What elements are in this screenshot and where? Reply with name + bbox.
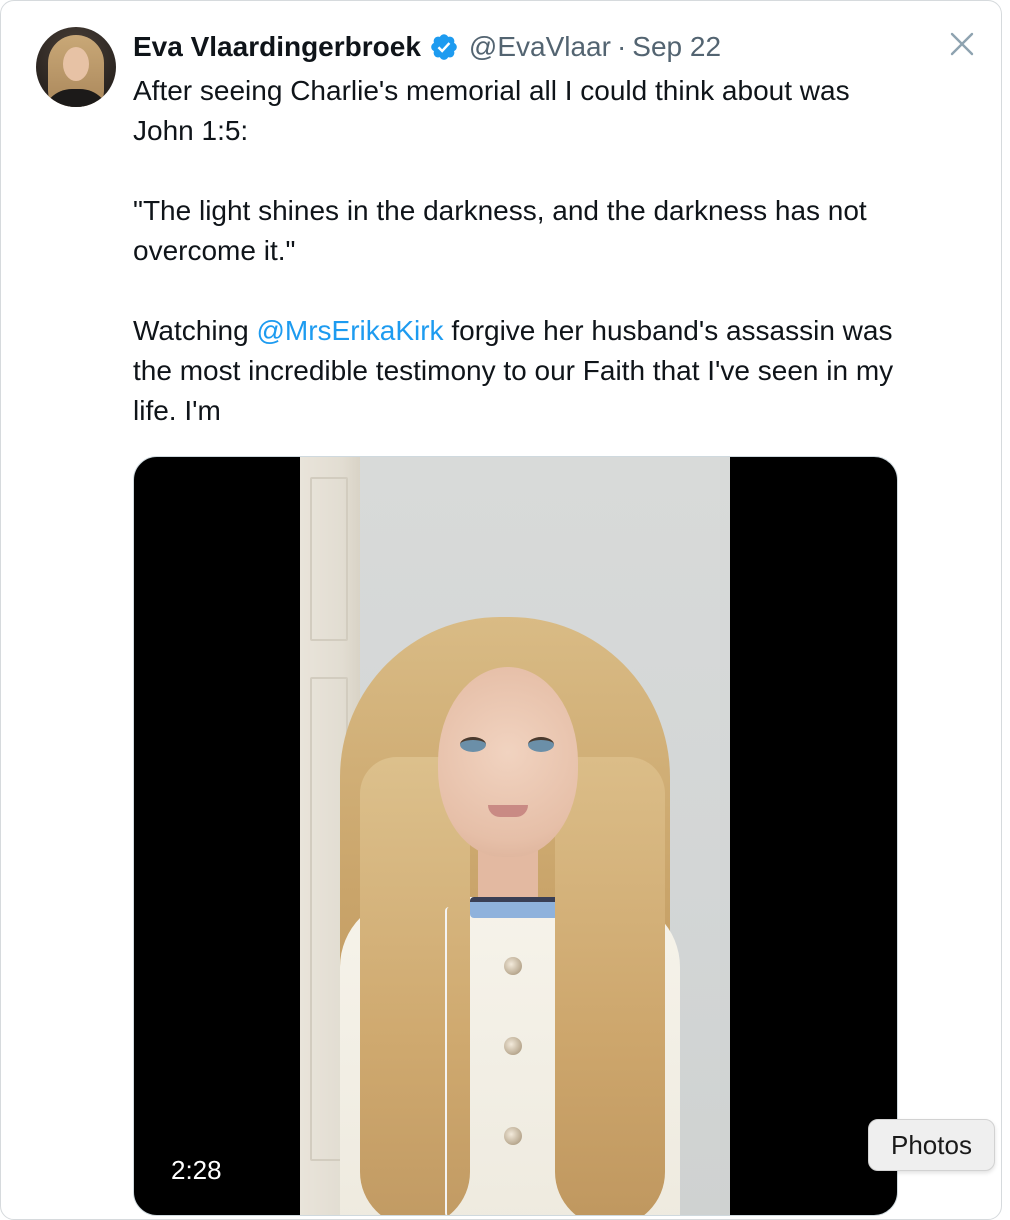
tweet-quote: "The light shines in the darkness, and t… <box>133 195 867 266</box>
video-duration: 2:28 <box>171 1155 222 1185</box>
close-icon[interactable] <box>945 27 979 61</box>
tweet-paragraph-1: After seeing Charlie's memorial all I co… <box>133 75 850 146</box>
tweet-header: Eva Vlaardingerbroek @EvaVlaar · Sep 22 <box>133 29 721 65</box>
tweet-card: Eva Vlaardingerbroek @EvaVlaar · Sep 22 … <box>0 0 1002 1220</box>
avatar[interactable] <box>36 27 116 107</box>
video-frame <box>300 457 730 1215</box>
verified-badge-icon <box>429 32 459 62</box>
tweet-date[interactable]: Sep 22 <box>632 31 721 63</box>
separator: · <box>616 31 627 62</box>
display-name[interactable]: Eva Vlaardingerbroek <box>133 31 421 63</box>
handle[interactable]: @EvaVlaar <box>469 31 611 63</box>
tweet-paragraph-3: Watching @MrsErikaKirk forgive her husba… <box>133 311 913 431</box>
paragraph-3-lead: Watching <box>133 315 257 346</box>
mention-link[interactable]: @MrsErikaKirk <box>256 315 443 346</box>
photos-tooltip: Photos <box>868 1119 995 1171</box>
video-player[interactable] <box>133 456 898 1216</box>
tweet-text: After seeing Charlie's memorial all I co… <box>133 71 913 431</box>
